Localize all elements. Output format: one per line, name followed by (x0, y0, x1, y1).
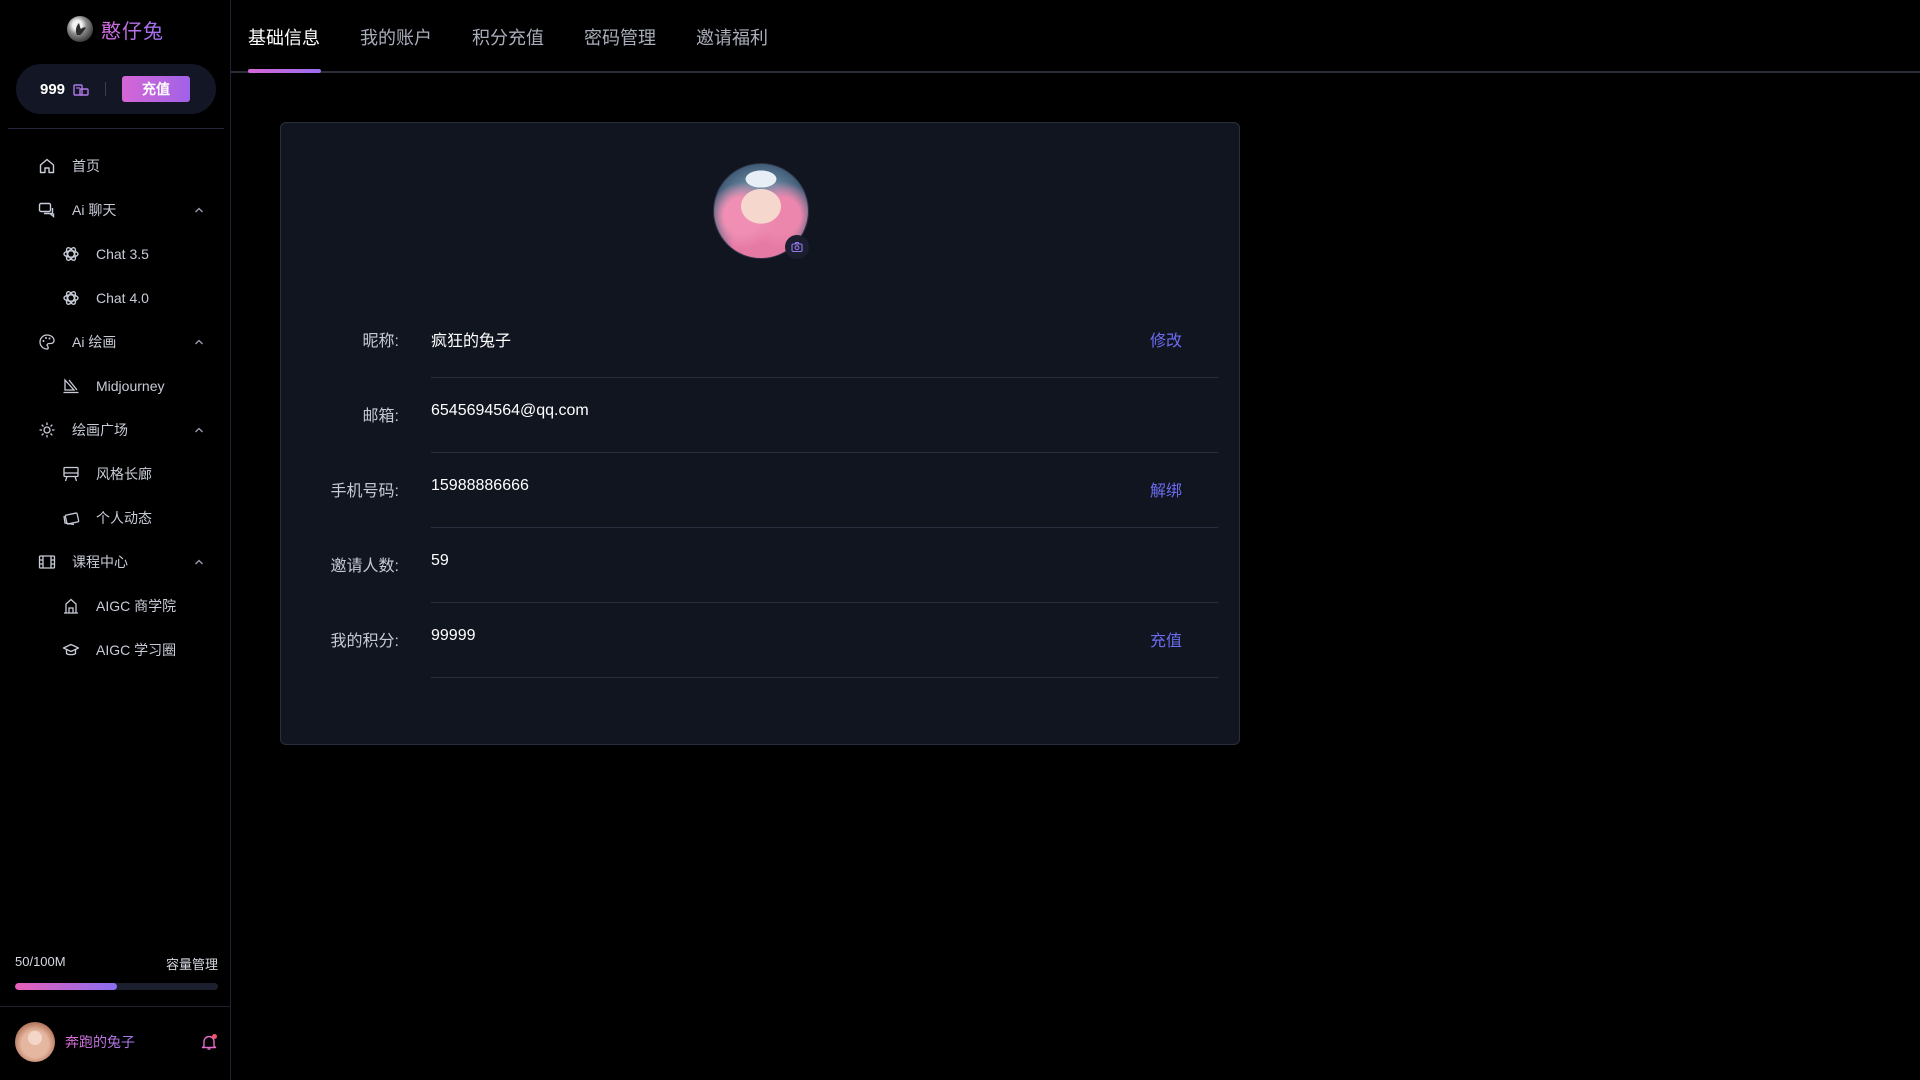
edit-nickname-link[interactable]: 修改 (1150, 327, 1182, 351)
chevron-up-icon[interactable] (193, 556, 205, 568)
camera-icon (791, 242, 803, 253)
coins-icon (73, 84, 89, 96)
graduation-cap-icon (62, 643, 80, 656)
storage-manage-link[interactable]: 容量管理 (166, 954, 218, 973)
user-profile[interactable]: 奔跑的兔子 (15, 1022, 218, 1062)
user-name[interactable]: 奔跑的兔子 (65, 1032, 135, 1052)
sidebar-item-label: 首页 (72, 158, 100, 174)
change-avatar-button[interactable] (785, 235, 809, 259)
invites-row: 邀请人数: 59 (281, 528, 1241, 603)
sidebar-divider (8, 128, 224, 129)
sidebar-item-label: 个人动态 (96, 510, 152, 526)
brand-name: 憨仔兔 (101, 15, 164, 44)
tab-password[interactable]: 密码管理 (584, 24, 656, 50)
nickname-value: 疯狂的兔子 (431, 333, 512, 350)
sidebar-item-label: Ai 绘画 (72, 334, 117, 350)
credits-amount: 999 (40, 80, 66, 98)
sidebar-item-feed[interactable]: 个人动态 (0, 496, 231, 540)
email-label: 邮箱: (362, 408, 399, 425)
phone-label: 手机号码: (330, 483, 399, 500)
credits-divider (105, 82, 107, 96)
tab-points-recharge[interactable]: 积分充值 (472, 24, 544, 50)
email-row: 邮箱: 6545694564@qq.com (281, 378, 1241, 453)
openai-icon (63, 247, 79, 261)
sidebar-item-label: 课程中心 (72, 554, 128, 570)
chevron-up-icon[interactable] (193, 336, 205, 348)
profile-avatar-container (713, 163, 809, 259)
active-tab-indicator (248, 69, 321, 73)
building-icon (64, 598, 78, 614)
storage-usage-text: 50/100M (15, 954, 66, 969)
sidebar-item-academy[interactable]: AIGC 商学院 (0, 584, 231, 628)
tab-invite-rewards[interactable]: 邀请福利 (696, 24, 768, 50)
points-label: 我的积分: (330, 633, 399, 650)
email-value: 6545694564@qq.com (431, 402, 589, 419)
chevron-up-icon[interactable] (193, 424, 205, 436)
sidebar-item-ai-draw[interactable]: Ai 绘画 (0, 320, 231, 364)
sidebar-item-courses[interactable]: 课程中心 (0, 540, 231, 584)
sidebar-item-label: AIGC 学习圈 (96, 642, 177, 658)
row-divider (431, 677, 1218, 678)
sidebar-item-circle[interactable]: AIGC 学习圈 (0, 628, 231, 672)
sidebar-divider (0, 1006, 231, 1007)
sidebar-item-label: 风格长廊 (96, 466, 152, 482)
recharge-button[interactable]: 充值 (122, 76, 191, 102)
palette-icon (39, 334, 55, 350)
tab-bar: 基础信息 我的账户 积分充值 密码管理 邀请福利 (231, 0, 1920, 73)
sailboat-icon (63, 378, 79, 394)
sidebar-item-plaza[interactable]: 绘画广场 (0, 408, 231, 452)
profile-card: 昵称: 疯狂的兔子 修改 邮箱: 6545694564@qq.com 手机号码:… (280, 122, 1240, 745)
nickname-row: 昵称: 疯狂的兔子 修改 (281, 303, 1241, 378)
chevron-up-icon[interactable] (193, 204, 205, 216)
brand[interactable]: 憨仔兔 (0, 14, 231, 44)
unbind-phone-link[interactable]: 解绑 (1150, 477, 1182, 501)
sidebar: 憨仔兔 999 充值 首页 Ai 聊天 Chat 3.5 Chat 4.0 Ai… (0, 0, 231, 1080)
sidebar-item-midjourney[interactable]: Midjourney (0, 364, 231, 408)
phone-value: 15988886666 (431, 477, 529, 494)
credits-box: 999 充值 (16, 64, 216, 114)
sidebar-nav: 首页 Ai 聊天 Chat 3.5 Chat 4.0 Ai 绘画 Midjour… (0, 144, 231, 672)
chat-bubbles-icon (38, 202, 55, 219)
openai-icon (63, 291, 79, 305)
points-value: 99999 (431, 627, 476, 644)
recharge-points-link[interactable]: 充值 (1150, 627, 1182, 651)
sidebar-item-label: AIGC 商学院 (96, 598, 177, 614)
invites-value: 59 (431, 552, 449, 569)
tab-basic-info[interactable]: 基础信息 (248, 24, 320, 50)
storage-progress-fill (15, 983, 117, 990)
nickname-label: 昵称: (362, 333, 399, 350)
sidebar-item-chat35[interactable]: Chat 3.5 (0, 232, 231, 276)
storage-usage: 50/100M 容量管理 (15, 954, 218, 990)
rabbit-logo-icon (67, 16, 93, 42)
invites-label: 邀请人数: (330, 558, 399, 575)
sidebar-item-label: Ai 聊天 (72, 202, 117, 218)
storage-progress-bar (15, 983, 218, 990)
sidebar-item-label: Chat 3.5 (96, 246, 149, 262)
avatar[interactable] (15, 1022, 55, 1062)
sidebar-item-label: 绘画广场 (72, 422, 128, 438)
film-icon (38, 555, 56, 569)
sidebar-item-gallery[interactable]: 风格长廊 (0, 452, 231, 496)
tab-my-account[interactable]: 我的账户 (360, 24, 432, 50)
phone-row: 手机号码: 15988886666 解绑 (281, 453, 1241, 528)
points-row: 我的积分: 99999 充值 (281, 603, 1241, 678)
sidebar-item-ai-chat[interactable]: Ai 聊天 (0, 188, 231, 232)
sidebar-item-label: Chat 4.0 (96, 290, 149, 306)
sidebar-item-home[interactable]: 首页 (0, 144, 231, 188)
images-icon (63, 512, 80, 526)
sidebar-item-chat40[interactable]: Chat 4.0 (0, 276, 231, 320)
home-icon (39, 158, 55, 174)
bell-icon[interactable] (200, 1033, 218, 1051)
easel-icon (63, 466, 79, 482)
sidebar-item-label: Midjourney (96, 378, 165, 394)
app-window: 憨仔兔 999 充值 首页 Ai 聊天 Chat 3.5 Chat 4.0 Ai… (0, 0, 1920, 1080)
plaza-icon (39, 422, 55, 438)
